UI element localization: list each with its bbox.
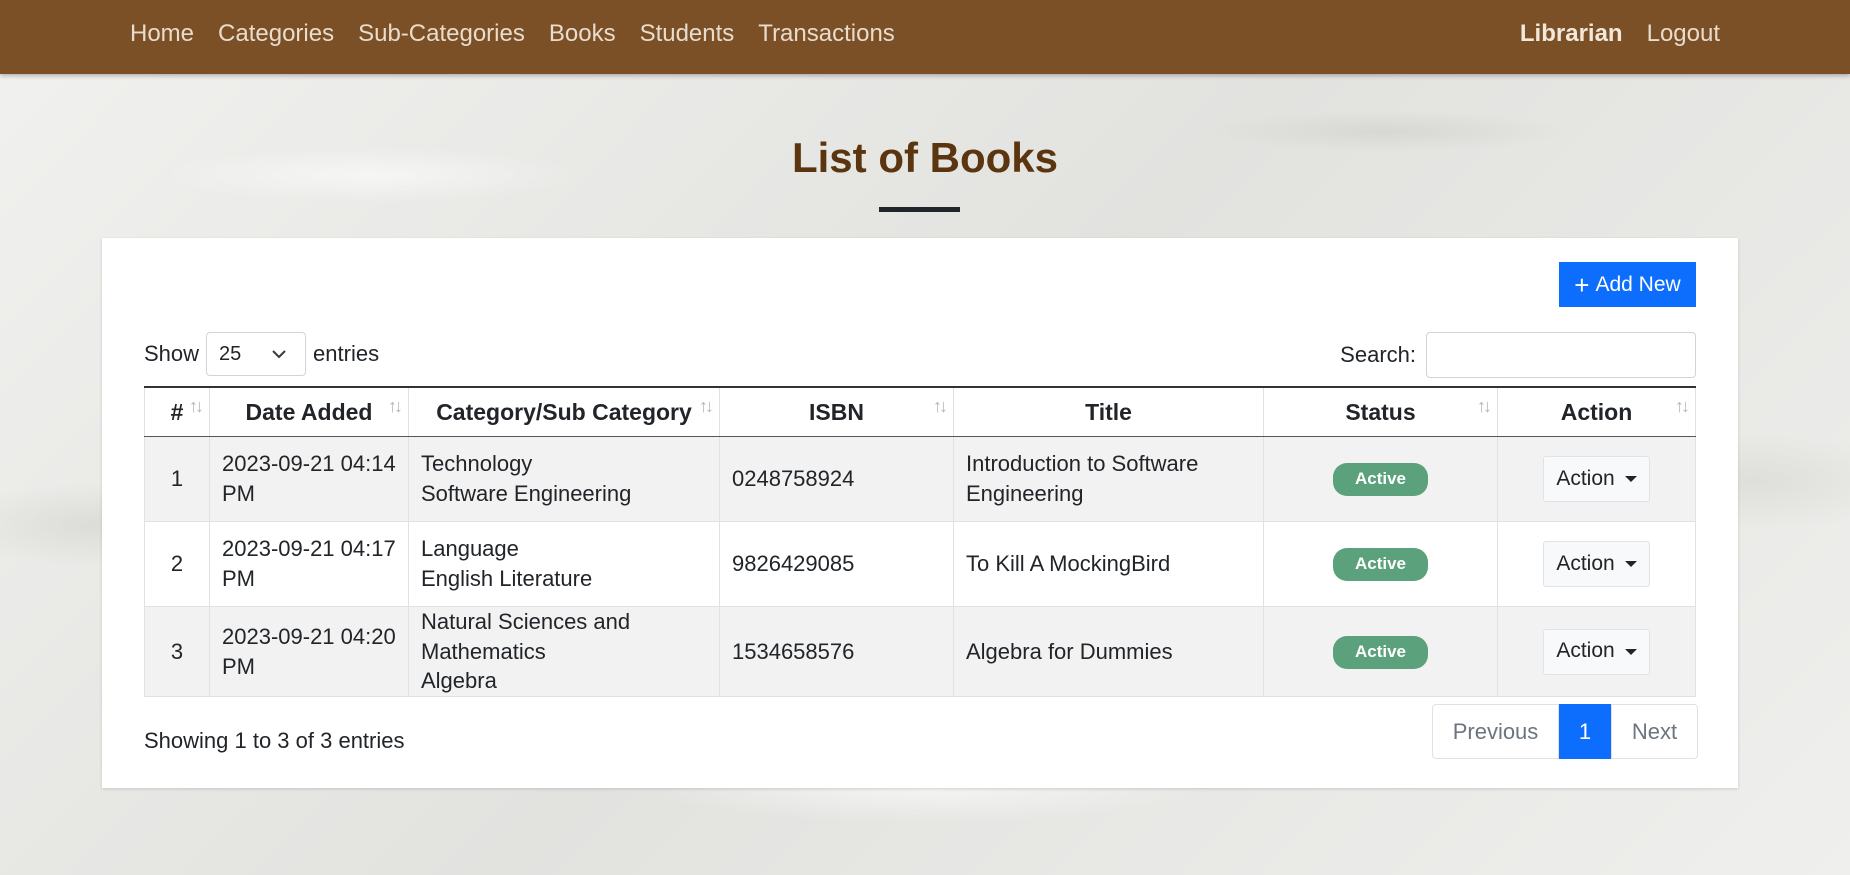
col-number[interactable]: # ↑↓ bbox=[144, 386, 210, 437]
row-isbn: 0248758924 bbox=[719, 436, 954, 522]
search-filter: Search: bbox=[1340, 332, 1696, 378]
col-status[interactable]: Status ↑↓ bbox=[1263, 386, 1498, 437]
caret-down-icon bbox=[1624, 561, 1637, 567]
nav-books[interactable]: Books bbox=[537, 20, 628, 48]
books-table: # ↑↓ Date Added ↑↓ Category/Sub Category ↑↓… bbox=[144, 386, 1696, 698]
pagination-page-1[interactable]: 1 bbox=[1559, 704, 1611, 759]
col-category[interactable]: Category/Sub Category ↑↓ bbox=[408, 386, 720, 437]
page-title: List of Books bbox=[791, 134, 1058, 181]
status-badge: Active bbox=[1332, 635, 1429, 669]
search-label: Search: bbox=[1340, 342, 1416, 367]
entries-length: Show 25 entries bbox=[144, 332, 379, 376]
plus-icon: + bbox=[1574, 269, 1590, 300]
add-new-label: Add New bbox=[1595, 272, 1681, 296]
col-action[interactable]: Action ↑↓ bbox=[1497, 386, 1696, 437]
caret-down-icon bbox=[1624, 648, 1637, 655]
subcategory-name: English Literature bbox=[421, 566, 593, 591]
show-label: Show bbox=[144, 341, 200, 366]
col-title[interactable]: Title bbox=[953, 386, 1264, 437]
books-card: + Add New Show 25 entries Search: # ↑↓ Da… bbox=[102, 238, 1738, 788]
nav-sub-categories[interactable]: Sub-Categories bbox=[346, 20, 537, 48]
row-number: 1 bbox=[144, 436, 210, 522]
row-status: Active bbox=[1263, 436, 1498, 522]
row-date: 2023-09-21 04:17 PM bbox=[209, 521, 409, 607]
pagination: Previous 1 Next bbox=[1432, 704, 1698, 759]
row-action: Action bbox=[1497, 521, 1696, 607]
row-number: 2 bbox=[144, 521, 210, 607]
sort-icon: ↑↓ bbox=[699, 396, 714, 416]
row-category: Technology Software Engineering bbox=[408, 436, 720, 522]
sort-icon: ↑↓ bbox=[1477, 396, 1492, 416]
nav-librarian[interactable]: Librarian bbox=[1508, 20, 1635, 48]
nav-categories[interactable]: Categories bbox=[206, 20, 346, 48]
nav-logout[interactable]: Logout bbox=[1635, 20, 1732, 48]
row-isbn: 9826429085 bbox=[719, 521, 954, 607]
sort-icon: ↑↓ bbox=[189, 396, 204, 416]
table-info: Showing 1 to 3 of 3 entries bbox=[144, 728, 405, 753]
title-underline bbox=[879, 207, 960, 212]
top-navbar: Home Categories Sub-Categories Books Stu… bbox=[0, 0, 1850, 74]
add-new-button[interactable]: + Add New bbox=[1559, 262, 1696, 307]
category-name: Language bbox=[421, 536, 519, 562]
action-dropdown-button[interactable]: Action bbox=[1543, 541, 1650, 587]
row-status: Active bbox=[1263, 521, 1498, 607]
row-action: Action bbox=[1497, 436, 1696, 522]
row-date: 2023-09-21 04:20 PM bbox=[209, 605, 409, 698]
category-name: Technology bbox=[421, 451, 533, 477]
row-title: Introduction to Software Engineering bbox=[953, 436, 1264, 522]
pagination-previous[interactable]: Previous bbox=[1432, 704, 1559, 759]
row-number: 3 bbox=[144, 605, 210, 698]
sort-icon: ↑↓ bbox=[933, 396, 948, 416]
caret-down-icon bbox=[1624, 476, 1637, 482]
sort-icon: ↑↓ bbox=[388, 396, 403, 416]
entries-select-value: 25 bbox=[219, 342, 242, 365]
action-dropdown-button[interactable]: Action bbox=[1543, 628, 1650, 675]
entries-select[interactable]: 25 bbox=[206, 332, 307, 376]
pagination-next[interactable]: Next bbox=[1611, 704, 1698, 759]
row-action: Action bbox=[1497, 605, 1696, 698]
entries-label: entries bbox=[313, 341, 380, 366]
nav-home[interactable]: Home bbox=[118, 20, 206, 48]
search-input[interactable] bbox=[1426, 332, 1696, 378]
row-isbn: 1534658576 bbox=[719, 605, 954, 698]
sort-icon: ↑↓ bbox=[1675, 396, 1690, 416]
row-date: 2023-09-21 04:14 PM bbox=[209, 436, 409, 522]
nav-links: Home Categories Sub-Categories Books Stu… bbox=[118, 0, 907, 68]
subcategory-name: Software Engineering bbox=[421, 481, 632, 506]
table-row: 2 2023-09-21 04:17 PM Language English Li… bbox=[144, 521, 1696, 607]
category-name: Natural Sciences and Mathematics bbox=[421, 609, 631, 664]
row-title: Algebra for Dummies bbox=[953, 605, 1264, 698]
row-category: Language English Literature bbox=[408, 521, 720, 607]
status-badge: Active bbox=[1332, 463, 1429, 496]
status-badge: Active bbox=[1332, 548, 1429, 581]
nav-transactions[interactable]: Transactions bbox=[746, 20, 907, 48]
nav-user: Librarian Logout bbox=[1508, 0, 1732, 68]
table-row: 1 2023-09-21 04:14 PM Technology Software… bbox=[144, 436, 1696, 522]
chevron-down-icon bbox=[272, 350, 286, 359]
col-isbn[interactable]: ISBN ↑↓ bbox=[719, 386, 954, 437]
table-row: 3 2023-09-21 04:20 PM Natural Sciences a… bbox=[144, 605, 1696, 698]
row-status: Active bbox=[1263, 605, 1498, 698]
col-date-added[interactable]: Date Added ↑↓ bbox=[209, 386, 409, 437]
action-dropdown-button[interactable]: Action bbox=[1543, 456, 1650, 502]
row-category: Natural Sciences and Mathematics Algebra bbox=[408, 605, 720, 698]
table-header-row: # ↑↓ Date Added ↑↓ Category/Sub Category ↑↓… bbox=[144, 386, 1696, 437]
nav-students[interactable]: Students bbox=[628, 20, 747, 48]
row-title: To Kill A MockingBird bbox=[953, 521, 1264, 607]
subcategory-name: Algebra bbox=[421, 668, 497, 694]
